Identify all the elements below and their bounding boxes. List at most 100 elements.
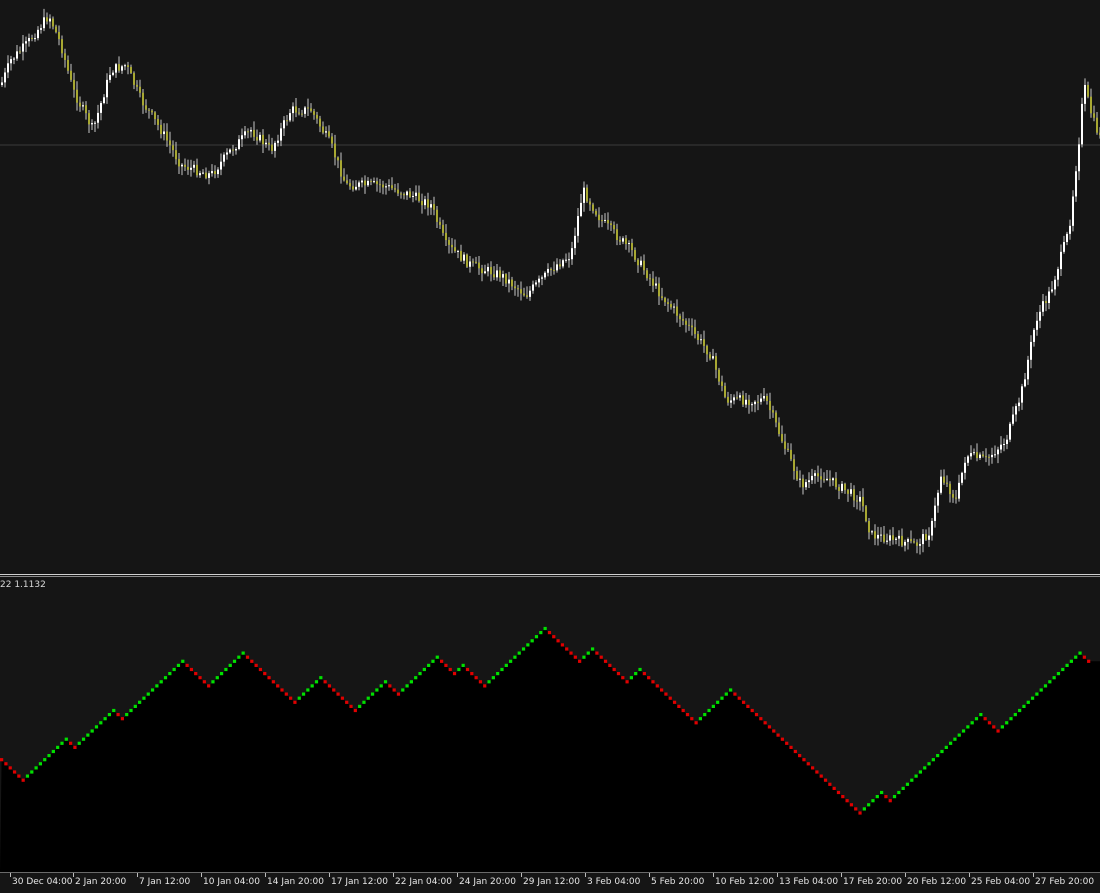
renko-brick-down [8,766,12,770]
renko-brick-up [375,688,379,692]
candle-body [325,131,327,133]
renko-brick-down [599,655,603,659]
renko-brick-down [677,704,681,708]
candle-body [796,471,798,480]
candle-body [559,264,561,267]
candle-body [106,79,108,98]
renko-brick-down [655,684,659,688]
time-tick [905,873,906,877]
candle-body [298,112,300,114]
renko-brick-down [668,696,672,700]
candle-body [211,171,213,174]
candle-body [919,544,921,546]
candle-body [64,53,66,60]
renko-brick-down [573,655,577,659]
time-axis-label: 7 Jan 12:00 [139,877,191,887]
renko-brick-down [202,680,206,684]
candle-body [433,204,435,210]
candle-body [586,187,588,202]
renko-brick-down [987,721,992,725]
renko-brick-up [496,672,500,676]
candle-body [718,369,720,382]
candle-body [985,456,987,458]
candlestick-series [1,8,1100,555]
candle-body [334,143,336,158]
candle-body [1060,251,1062,270]
candle-body [817,473,819,477]
candle-body [175,150,177,160]
candle-body [754,401,756,405]
candle-body [541,277,543,279]
candle-body [595,210,597,215]
candle-body [1036,320,1038,330]
candle-body [349,183,351,187]
renko-brick-down [21,778,25,782]
candle-body [160,124,162,135]
indicator-value-label: 22 1.1132 [0,580,46,590]
candle-body [409,191,411,197]
renko-brick-down [198,676,202,680]
candle-body [661,296,663,298]
candle-body [1090,96,1092,114]
renko-brick-down [267,676,271,680]
candle-body [604,219,606,221]
renko-brick-down [332,688,336,692]
candle-body [907,539,909,542]
renko-brick-up [163,676,168,680]
candle-body [475,261,477,263]
candle-body [856,500,858,502]
candle-body [832,478,834,481]
candle-body [361,180,363,183]
renko-brick-up [172,667,176,672]
renko-brick-up [431,659,435,663]
candle-body [619,240,621,242]
renko-brick-down [0,758,4,762]
candle-body [973,452,975,454]
candle-body [712,356,714,359]
candle-body [364,180,366,186]
time-axis-label: 17 Jan 12:00 [331,877,388,887]
candle-body [1048,291,1050,303]
renko-brick-up [94,725,99,729]
renko-brick-down [759,717,763,721]
candle-body [577,216,579,236]
renko-brick-down [284,692,288,696]
renko-brick-up [897,790,901,795]
renko-brick-down [746,704,750,708]
renko-brick-up [871,799,875,803]
candle-body [22,43,24,52]
renko-brick-up [720,696,724,700]
candle-body [82,105,84,107]
renko-brick-down [983,717,987,721]
candle-body [1,82,3,85]
candle-body [589,201,591,205]
renko-brick-down [440,659,444,663]
candle-body [748,399,750,405]
candle-body [964,462,966,473]
renko-brick-up [703,713,707,717]
candle-body [511,279,513,287]
candle-body [628,243,630,245]
renko-brick-down [798,754,802,758]
renko-brick-up [534,635,539,639]
renko-indicator-panel[interactable] [0,577,1100,872]
time-tick [777,873,778,877]
renko-brick-down [750,708,754,713]
candle-body [310,108,312,112]
renko-brick-up [99,721,103,725]
candle-body [52,18,54,27]
candle-body [424,199,426,206]
renko-brick-down [578,659,582,663]
candle-body [463,254,465,261]
renko-brick-down [349,704,353,708]
candle-body [331,136,333,144]
renko-brick-up [698,717,703,721]
candle-body [955,497,957,499]
time-tick [713,873,714,877]
candle-body [634,250,636,260]
renko-brick-down [353,708,357,713]
price-chart[interactable] [0,0,1100,574]
renko-brick-up [530,639,534,643]
candle-body [418,192,420,202]
candle-body [652,278,654,286]
